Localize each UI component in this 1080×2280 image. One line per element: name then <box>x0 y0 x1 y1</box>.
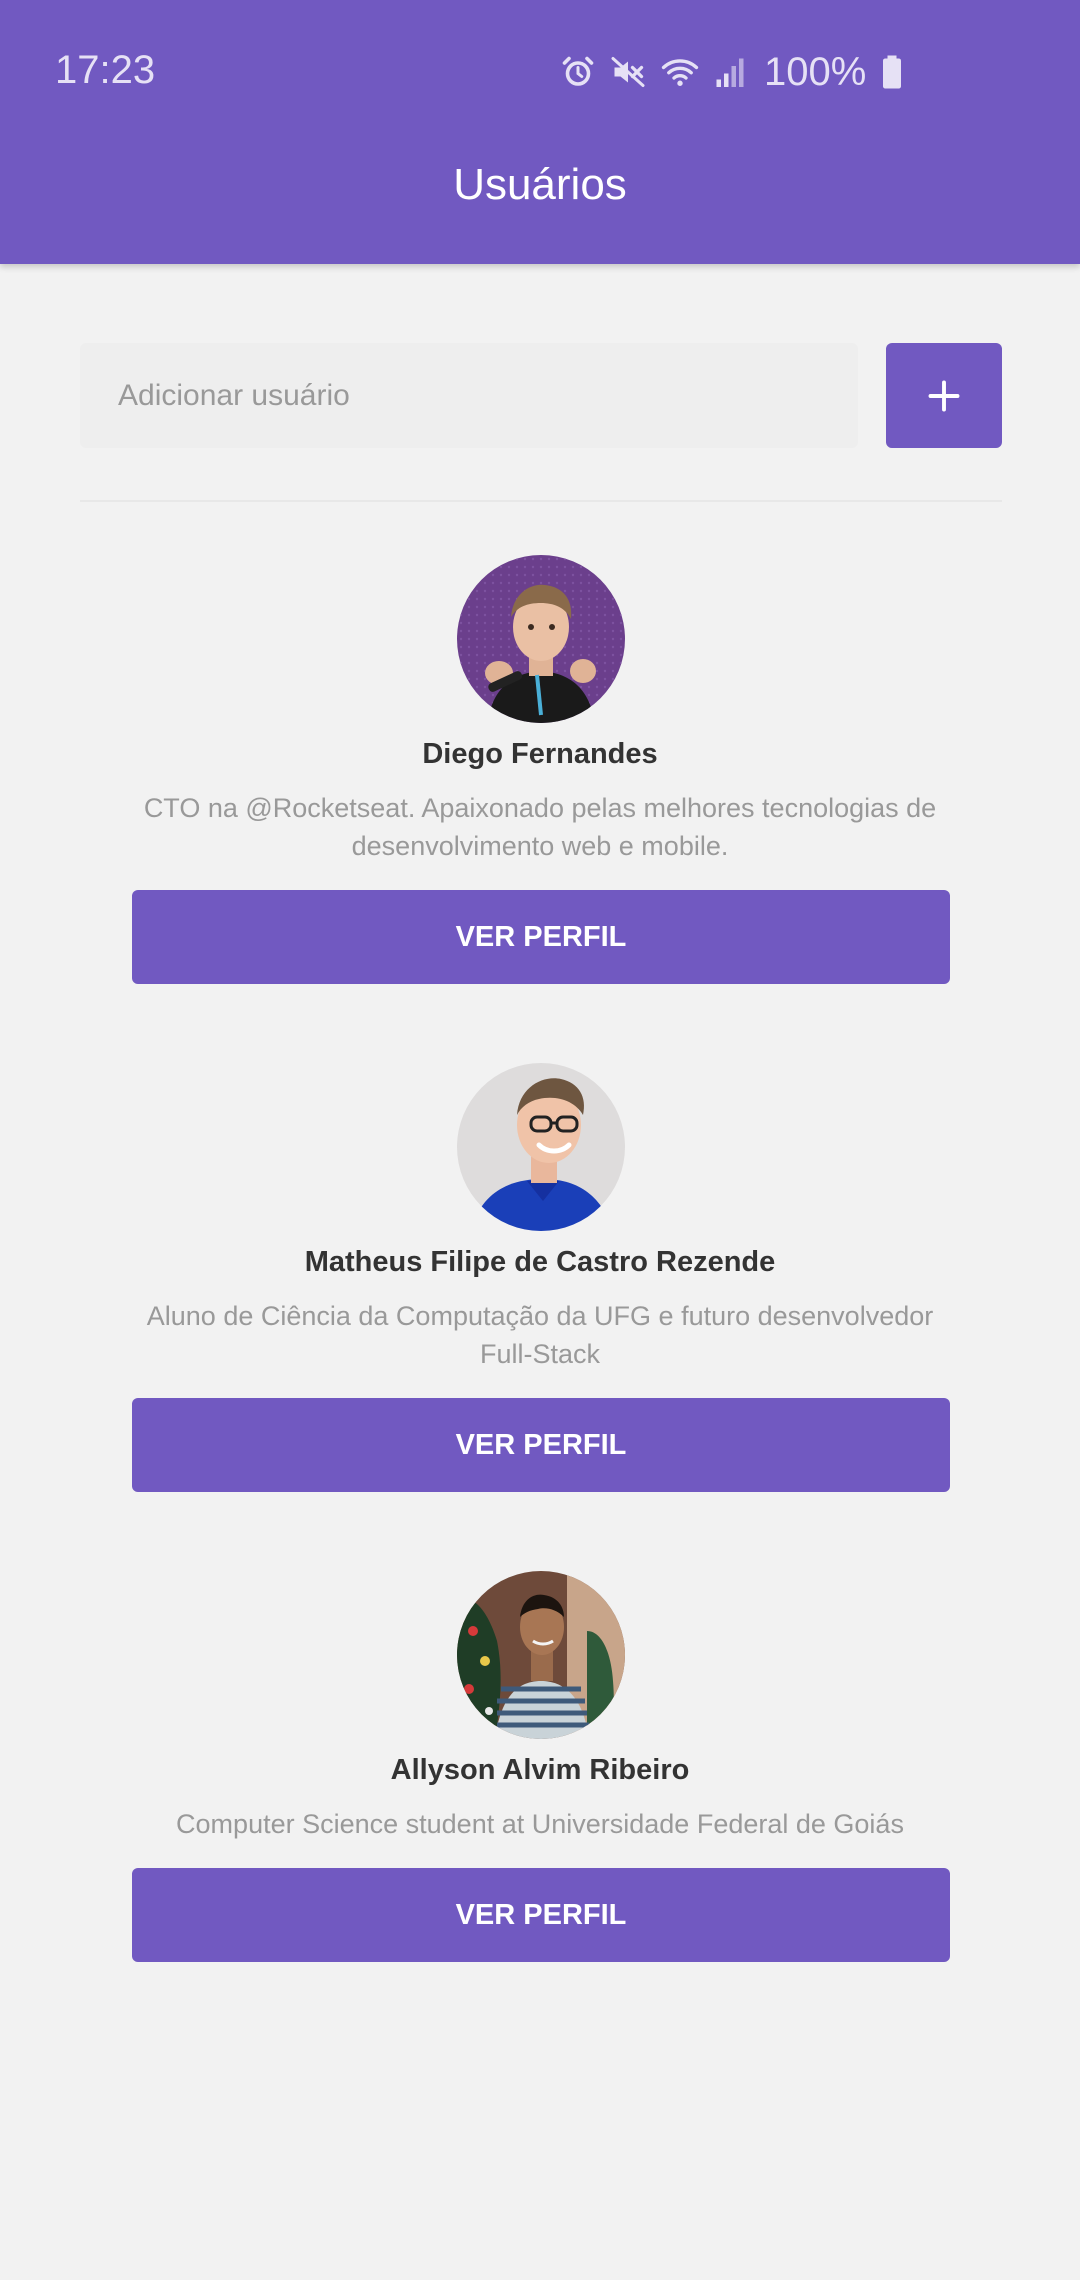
alarm-icon <box>562 56 594 86</box>
user-name: Matheus Filipe de Castro Rezende <box>304 1246 776 1278</box>
avatar <box>457 1063 625 1231</box>
user-bio: CTO na @Rocketseat. Apaixonado pelas mel… <box>143 793 937 861</box>
status-bar: 17:23 100% <box>0 0 1080 144</box>
page-title: Usuários <box>453 160 627 209</box>
status-time: 17:23 <box>55 48 156 92</box>
user-bio: Aluno de Ciência da Computação da UFG e … <box>146 1301 934 1369</box>
mute-icon <box>611 57 645 87</box>
view-profile-button[interactable]: VER PERFIL <box>132 1398 950 1492</box>
app-header: 17:23 100% Usuários <box>0 0 1080 264</box>
view-profile-button[interactable]: VER PERFIL <box>132 1868 950 1962</box>
divider <box>80 500 1002 502</box>
battery-icon <box>883 55 902 89</box>
user-name: Diego Fernandes <box>422 738 658 770</box>
avatar <box>457 1571 625 1739</box>
wifi-icon <box>661 59 699 86</box>
add-user-input[interactable] <box>80 343 858 448</box>
signal-icon <box>716 58 744 87</box>
user-name: Allyson Alvim Ribeiro <box>390 1754 690 1786</box>
status-icons: 100% <box>560 48 904 96</box>
view-profile-button[interactable]: VER PERFIL <box>132 890 950 984</box>
add-user-form <box>80 343 1002 448</box>
avatar <box>457 555 625 723</box>
plus-icon <box>928 380 960 411</box>
battery-level: 100% <box>764 49 867 94</box>
add-user-button[interactable] <box>886 343 1002 448</box>
user-bio: Computer Science student at Universidade… <box>176 1809 904 1839</box>
